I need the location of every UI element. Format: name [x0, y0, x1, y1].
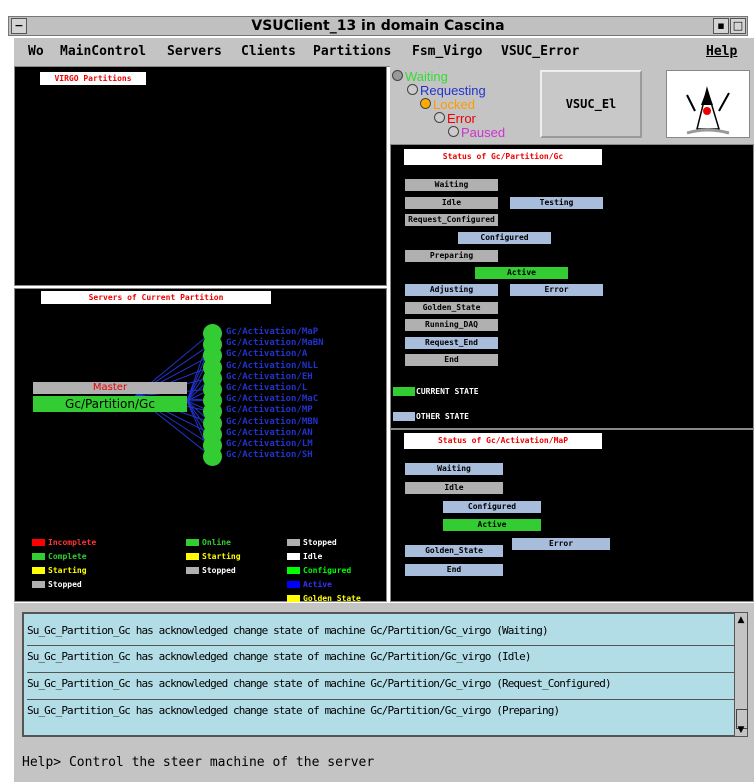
- server-label[interactable]: Gc/Activation/AN: [226, 428, 313, 439]
- menu-clients[interactable]: Clients: [241, 44, 296, 59]
- state-box-testing[interactable]: Testing: [510, 197, 603, 209]
- log-list[interactable]: Su_Gc_Partition_Gc has acknowledged chan…: [22, 612, 737, 737]
- duke-mascot-icon: [686, 86, 730, 135]
- legend-col2: Online Starting Stopped: [186, 538, 241, 575]
- state-box-active[interactable]: Active: [475, 267, 568, 279]
- legend-item: Complete: [32, 552, 96, 561]
- state-header: Waiting Requesting Locked Error Paused V…: [390, 66, 754, 144]
- menu-vsuc-error[interactable]: VSUC_Error: [501, 44, 579, 59]
- title-bar[interactable]: − VSUClient_13 in domain Cascina ▪ □: [8, 16, 748, 36]
- map-state-idle[interactable]: Idle: [405, 482, 503, 494]
- menu-partitions[interactable]: Partitions: [313, 44, 391, 59]
- legend-item: Stopped: [287, 538, 361, 547]
- server-label[interactable]: Gc/Activation/NLL: [226, 361, 318, 372]
- state-box-request-end[interactable]: Request_End: [405, 337, 498, 349]
- state-box-running-daq[interactable]: Running_DAQ: [405, 319, 498, 331]
- vsuc-el-button[interactable]: VSUC_El: [540, 70, 642, 138]
- log-scrollbar[interactable]: ▲ ▼: [734, 612, 748, 737]
- server-label[interactable]: Gc/Activation/MP: [226, 405, 313, 416]
- legend-item: Configured: [287, 566, 361, 575]
- legend-item: Online: [186, 538, 241, 547]
- state-box-end[interactable]: End: [405, 354, 498, 366]
- servers-panel: Servers of Current Partition Master Gc/P…: [14, 288, 387, 603]
- map-state-end[interactable]: End: [405, 564, 503, 576]
- log-separator: [27, 699, 737, 700]
- map-state-waiting[interactable]: Waiting: [405, 463, 503, 475]
- state-box-golden-state[interactable]: Golden_State: [405, 302, 498, 314]
- state-box-waiting[interactable]: Waiting: [405, 179, 498, 191]
- state-box-error[interactable]: Error: [510, 284, 603, 296]
- legend-item: Starting: [32, 566, 96, 575]
- logo: [666, 70, 750, 138]
- server-label[interactable]: Gc/Activation/MBN: [226, 417, 318, 428]
- state-locked: Locked: [420, 97, 475, 112]
- log-line: Su_Gc_Partition_Gc has acknowledged chan…: [27, 624, 549, 637]
- log-line: Su_Gc_Partition_Gc has acknowledged chan…: [27, 704, 560, 717]
- server-label[interactable]: Gc/Activation/A: [226, 349, 307, 360]
- menu-fsm-virgo[interactable]: Fsm_Virgo: [412, 44, 482, 59]
- server-label[interactable]: Gc/Activation/LM: [226, 439, 313, 450]
- help-text: Help> Control the steer machine of the s…: [22, 755, 375, 770]
- scroll-up-icon[interactable]: ▲: [736, 614, 746, 626]
- legend-col3: Stopped Idle Configured Active Golden St…: [287, 538, 361, 603]
- status-map-label: Status of Gc/Activation/MaP: [404, 433, 602, 449]
- server-label[interactable]: Gc/Activation/SH: [226, 450, 313, 461]
- map-state-golden-state[interactable]: Golden_State: [405, 545, 503, 557]
- other-state-label: OTHER STATE: [416, 412, 469, 421]
- master-box[interactable]: Master: [33, 382, 187, 394]
- log-line: Su_Gc_Partition_Gc has acknowledged chan…: [27, 650, 531, 663]
- legend-item: Active: [287, 580, 361, 589]
- menu-servers[interactable]: Servers: [167, 44, 222, 59]
- state-box-configured[interactable]: Configured: [458, 232, 551, 244]
- state-box-idle[interactable]: Idle: [405, 197, 498, 209]
- state-error: Error: [434, 111, 476, 126]
- state-box-request-configured[interactable]: Request_Configured: [405, 214, 498, 226]
- current-state-label: CURRENT STATE: [416, 387, 479, 396]
- map-state-configured[interactable]: Configured: [443, 501, 541, 513]
- minimize-button[interactable]: ▪: [713, 18, 729, 34]
- legend-item: Idle: [287, 552, 361, 561]
- log-separator: [27, 672, 737, 673]
- state-waiting: Waiting: [392, 69, 448, 84]
- map-state-active[interactable]: Active: [443, 519, 541, 531]
- scroll-down-icon[interactable]: ▼: [736, 725, 746, 735]
- partitions-label: VIRGO Partitions: [40, 72, 146, 85]
- legend-item: Incomplete: [32, 538, 96, 547]
- other-state-swatch: [393, 412, 415, 421]
- map-state-error[interactable]: Error: [512, 538, 610, 550]
- window-title: VSUClient_13 in domain Cascina: [251, 18, 505, 34]
- menu-bar: Wo MainControl Servers Clients Partition…: [14, 38, 754, 67]
- state-box-adjusting[interactable]: Adjusting: [405, 284, 498, 296]
- server-label[interactable]: Gc/Activation/MaBN: [226, 338, 324, 349]
- status-gc-label: Status of Gc/Partition/Gc: [404, 149, 602, 165]
- legend-item: Stopped: [186, 566, 241, 575]
- maximize-button[interactable]: □: [730, 18, 746, 34]
- menu-wo[interactable]: Wo: [28, 44, 44, 59]
- server-label[interactable]: Gc/Activation/MaP: [226, 327, 318, 338]
- state-box-preparing[interactable]: Preparing: [405, 250, 498, 262]
- partition-box[interactable]: Gc/Partition/Gc: [33, 396, 187, 412]
- legend-item: Starting: [186, 552, 241, 561]
- state-paused: Paused: [448, 125, 505, 140]
- menu-maincontrol[interactable]: MainControl: [60, 44, 146, 59]
- log-separator: [27, 645, 737, 646]
- status-gc-panel: Status of Gc/Partition/Gc Waiting Idle T…: [390, 144, 754, 429]
- status-map-panel: Status of Gc/Activation/MaP Waiting Idle…: [390, 429, 754, 602]
- menu-help[interactable]: Help: [706, 44, 737, 59]
- server-label[interactable]: Gc/Activation/EH: [226, 372, 313, 383]
- server-label[interactable]: Gc/Activation/L: [226, 383, 307, 394]
- legend-item: Golden State: [287, 594, 361, 603]
- legend-item: Stopped: [32, 580, 96, 589]
- partitions-panel[interactable]: VIRGO Partitions: [14, 66, 387, 286]
- current-state-swatch: [393, 387, 415, 396]
- server-label[interactable]: Gc/Activation/MaC: [226, 394, 318, 405]
- legend-col1: Incomplete Complete Starting Stopped: [32, 538, 96, 589]
- help-bar: Help> Control the steer machine of the s…: [14, 746, 754, 782]
- state-requesting: Requesting: [407, 83, 486, 98]
- log-line: Su_Gc_Partition_Gc has acknowledged chan…: [27, 677, 612, 690]
